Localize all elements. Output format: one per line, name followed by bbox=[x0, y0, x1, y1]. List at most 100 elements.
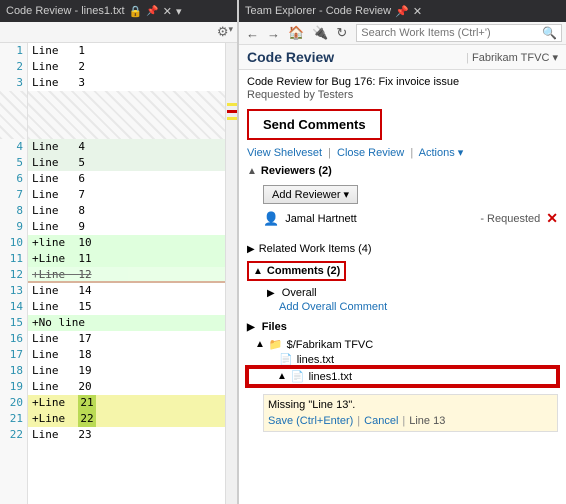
files-section: ▶ Files ▲ 📁 $/Fabrikam TFVC 📄 lines.txt … bbox=[239, 317, 566, 390]
code-line[interactable]: Line 3 bbox=[28, 75, 225, 91]
add-overall-comment-link[interactable]: Add Overall Comment bbox=[279, 301, 387, 313]
code-line[interactable]: Line 7 bbox=[28, 187, 225, 203]
reviewer-row: 👤 Jamal Hartnett - Requested ✕ bbox=[247, 208, 558, 229]
overall-expand-icon[interactable]: ▶ bbox=[267, 288, 275, 299]
line-num: 8 bbox=[0, 203, 27, 219]
comments-header[interactable]: ▲ Comments (2) bbox=[247, 261, 346, 281]
reviewer-status: - Requested bbox=[480, 213, 540, 225]
code-line[interactable]: Line 15 bbox=[28, 299, 225, 315]
code-line-added[interactable]: +Line 11 bbox=[28, 251, 225, 267]
line-num: 13 bbox=[0, 283, 27, 299]
add-reviewer-label: Add Reviewer bbox=[272, 189, 340, 201]
editor-overflow-icon[interactable]: ▾ bbox=[176, 5, 182, 18]
file-icon-lines: 📄 bbox=[279, 353, 293, 366]
collapse-arrow[interactable]: ▲ bbox=[247, 166, 257, 177]
line-num-hatch bbox=[0, 91, 27, 139]
code-line[interactable]: Line 9 bbox=[28, 219, 225, 235]
toolbar-dropdown-icon[interactable]: ▾ bbox=[228, 24, 233, 40]
code-line-added-yellow[interactable]: +Line 21 bbox=[28, 395, 225, 411]
comment-text: Missing "Line 13". bbox=[268, 399, 553, 411]
file-tree: ▲ 📁 $/Fabrikam TFVC 📄 lines.txt ▲ 📄 line… bbox=[247, 337, 558, 386]
back-button[interactable]: ← bbox=[243, 25, 262, 42]
folder-expand-icon[interactable]: ▲ bbox=[255, 339, 265, 350]
cr-description-section: Code Review for Bug 176: Fix invoice iss… bbox=[239, 70, 566, 239]
code-line[interactable]: Line 2 bbox=[28, 59, 225, 75]
line-num: 17 bbox=[0, 347, 27, 363]
files-expand-icon[interactable]: ▶ bbox=[247, 322, 255, 333]
search-box[interactable]: 🔍 bbox=[356, 24, 562, 42]
code-line[interactable]: Line 23 bbox=[28, 427, 225, 443]
actions-arrow-icon[interactable]: ▾ bbox=[458, 147, 464, 159]
line-num: 21 bbox=[0, 411, 27, 427]
code-line-added[interactable]: +No line bbox=[28, 315, 225, 331]
pin-icon[interactable]: 📌 bbox=[395, 5, 409, 18]
line-num: 10 bbox=[0, 235, 27, 251]
view-shelveset-link[interactable]: View Shelveset bbox=[247, 147, 322, 159]
file-expand-lines1[interactable]: ▲ bbox=[277, 371, 287, 382]
editor-content: 1 2 3 4 5 6 7 8 9 10 11 12 13 14 15 16 1… bbox=[0, 43, 237, 504]
editor-close-icon[interactable]: ✕ bbox=[163, 5, 172, 18]
add-overall-comment[interactable]: Add Overall Comment bbox=[247, 301, 558, 313]
code-line[interactable]: Line 6 bbox=[28, 171, 225, 187]
line-num: 4 bbox=[0, 139, 27, 155]
add-reviewer-button[interactable]: Add Reviewer ▾ bbox=[263, 185, 358, 204]
file-folder: ▲ 📁 $/Fabrikam TFVC bbox=[247, 337, 558, 352]
connect-button[interactable]: 🔌 bbox=[309, 24, 331, 42]
related-header[interactable]: ▶ Related Work Items (4) bbox=[247, 241, 558, 257]
code-line[interactable]: Line 4 bbox=[28, 139, 225, 155]
add-reviewer-dropdown-icon[interactable]: ▾ bbox=[343, 188, 349, 201]
cr-action-links: View Shelveset | Close Review | Actions … bbox=[247, 146, 558, 159]
code-lines-area: Line 1 Line 2 Line 3 Line 4 Line 5 Line … bbox=[28, 43, 225, 504]
comment-box: Missing "Line 13". Save (Ctrl+Enter) | C… bbox=[263, 394, 558, 432]
line-num: 16 bbox=[0, 331, 27, 347]
vertical-scrollbar[interactable] bbox=[225, 43, 237, 504]
actions-dropdown[interactable]: Actions ▾ bbox=[419, 147, 464, 159]
search-icon[interactable]: 🔍 bbox=[542, 26, 557, 40]
cr-title: Code Review bbox=[247, 49, 334, 65]
te-toolbar: ← → 🏠 🔌 ↻ 🔍 bbox=[239, 22, 566, 45]
code-line[interactable]: Line 19 bbox=[28, 363, 225, 379]
reviewers-section: ▲ Reviewers (2) Add Reviewer ▾ 👤 Jamal H… bbox=[247, 165, 558, 229]
code-line[interactable]: Line 18 bbox=[28, 347, 225, 363]
related-expand-icon[interactable]: ▶ bbox=[247, 244, 255, 255]
code-line-added-yellow[interactable]: +Line 22 bbox=[28, 411, 225, 427]
files-label: Files bbox=[262, 321, 287, 333]
reviewers-header: ▲ Reviewers (2) bbox=[247, 165, 558, 177]
folder-name: $/Fabrikam TFVC bbox=[287, 339, 374, 351]
reviewer-remove-button[interactable]: ✕ bbox=[546, 210, 558, 227]
editor-tab-icon: 🔒 bbox=[129, 5, 143, 18]
save-comment-link[interactable]: Save (Ctrl+Enter) bbox=[268, 415, 353, 427]
forward-button[interactable]: → bbox=[264, 25, 283, 42]
code-line[interactable]: Line 1 bbox=[28, 43, 225, 59]
code-line[interactable]: Line 17 bbox=[28, 331, 225, 347]
close-review-link[interactable]: Close Review bbox=[337, 147, 404, 159]
related-label: Related Work Items (4) bbox=[259, 243, 372, 255]
code-line[interactable]: Line 5 bbox=[28, 155, 225, 171]
home-button[interactable]: 🏠 bbox=[285, 24, 307, 42]
file-name-lines1: lines1.txt bbox=[309, 371, 352, 383]
actions-link[interactable]: Actions bbox=[419, 147, 455, 159]
file-item-lines1[interactable]: ▲ 📄 lines1.txt bbox=[247, 367, 558, 386]
dropdown-arrow[interactable]: ▾ bbox=[552, 52, 558, 64]
comments-collapse-icon[interactable]: ▲ bbox=[253, 266, 263, 277]
line-num: 2 bbox=[0, 59, 27, 75]
search-input[interactable] bbox=[361, 27, 542, 39]
te-close-icon[interactable]: ✕ bbox=[413, 5, 422, 18]
overall-label: Overall bbox=[282, 287, 317, 299]
file-icon-lines1: 📄 bbox=[291, 370, 305, 383]
code-line-selected[interactable]: Line 14 bbox=[28, 283, 225, 299]
editor-pin-icon: 📌 bbox=[146, 6, 158, 17]
cancel-comment-link[interactable]: Cancel bbox=[364, 415, 398, 427]
file-item-lines[interactable]: 📄 lines.txt bbox=[247, 352, 558, 367]
refresh-button[interactable]: ↻ bbox=[333, 24, 350, 42]
code-line-added[interactable]: +line 10 bbox=[28, 235, 225, 251]
code-line-added[interactable]: +Line 12 bbox=[28, 267, 225, 283]
send-comments-button[interactable]: Send Comments bbox=[247, 109, 382, 140]
gear-icon[interactable]: ⚙ bbox=[217, 24, 229, 40]
line-num: 7 bbox=[0, 187, 27, 203]
code-line[interactable]: Line 8 bbox=[28, 203, 225, 219]
folder-icon: 📁 bbox=[269, 338, 283, 351]
comment-actions: Save (Ctrl+Enter) | Cancel | Line 13 bbox=[268, 415, 553, 427]
related-work-items-section: ▶ Related Work Items (4) bbox=[239, 239, 566, 259]
code-line[interactable]: Line 20 bbox=[28, 379, 225, 395]
